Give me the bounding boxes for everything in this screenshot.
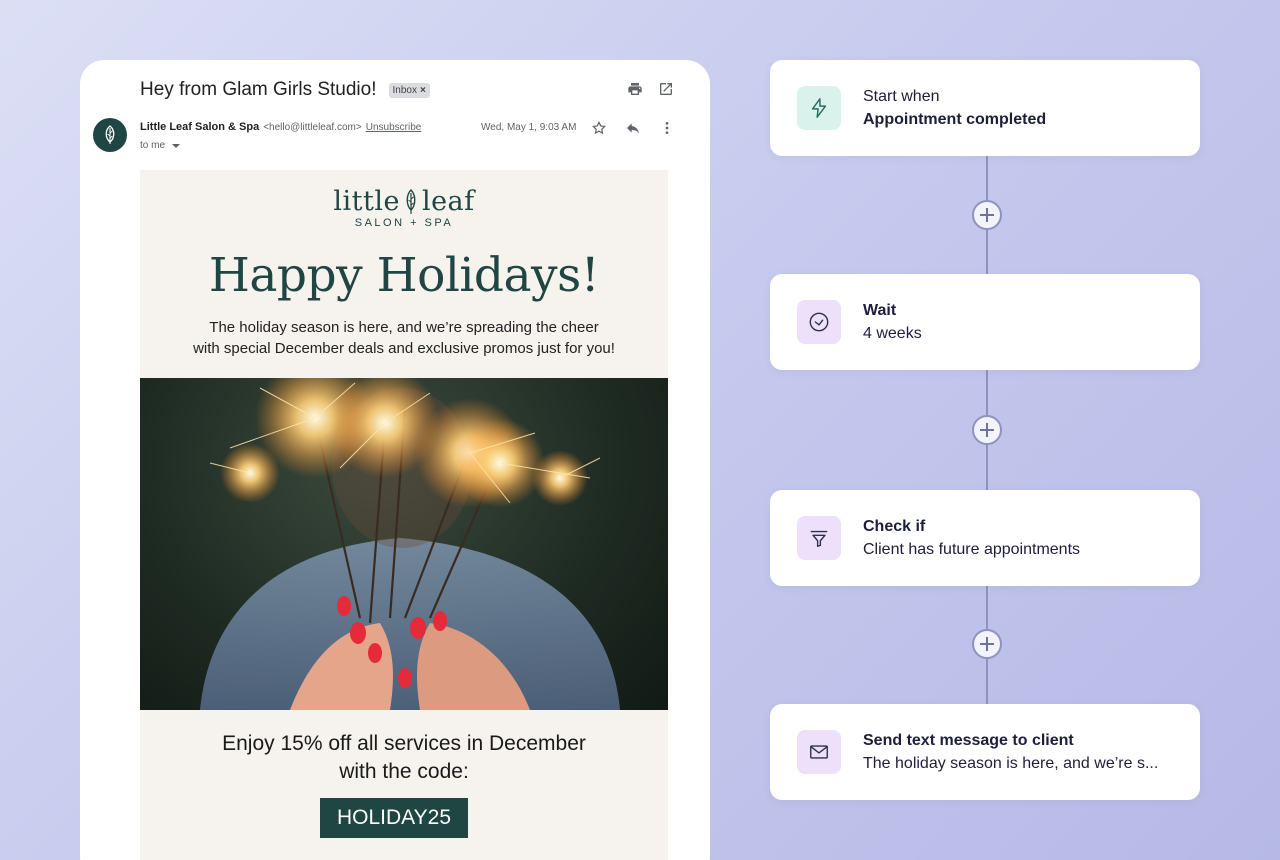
- offer-line-2: with the code:: [339, 760, 469, 783]
- add-step-button-2[interactable]: [972, 415, 1002, 445]
- workflow-step-condition[interactable]: Check if Client has future appointments: [770, 490, 1200, 586]
- recipient-label: to me: [140, 140, 166, 151]
- sender-avatar: [93, 118, 127, 152]
- add-step-button-3[interactable]: [972, 629, 1002, 659]
- step-detail: Appointment completed: [863, 111, 1047, 128]
- email-body: little leaf SALON + SPA Happy Holidays! …: [140, 170, 668, 860]
- email-window: Hey from Glam Girls Studio! Inbox × Litt…: [80, 60, 710, 860]
- message-date: Wed, May 1, 9:03 AM: [481, 122, 577, 133]
- logo-word-little: little: [333, 186, 400, 217]
- inbox-label-chip[interactable]: Inbox ×: [388, 82, 430, 98]
- sender-row: Little Leaf Salon & Spa <hello@littlelea…: [140, 121, 421, 133]
- step-title: Send text message to client: [863, 732, 1074, 749]
- sender-name: Little Leaf Salon & Spa: [140, 121, 260, 133]
- lightning-icon: [797, 86, 841, 130]
- step-title: Check if: [863, 518, 926, 535]
- email-headline: Happy Holidays!: [208, 248, 600, 303]
- add-step-button-1[interactable]: [972, 200, 1002, 230]
- sender-email: <hello@littleleaf.com>: [263, 122, 362, 133]
- print-icon[interactable]: [626, 80, 643, 97]
- more-options-icon[interactable]: [658, 119, 675, 136]
- intro-line-1: The holiday season is here, and we’re sp…: [209, 319, 599, 336]
- step-title: Start when: [863, 88, 940, 105]
- inbox-label-text: Inbox: [392, 84, 417, 96]
- email-intro: The holiday season is here, and we’re sp…: [170, 317, 638, 359]
- sparklers-photo: [140, 378, 668, 710]
- workflow-step-trigger[interactable]: Start when Appointment completed: [770, 60, 1200, 156]
- message-actions: [590, 119, 675, 136]
- leaf-logo-icon: [105, 125, 115, 144]
- step-title: Wait: [863, 302, 897, 319]
- step-detail: Client has future appointments: [863, 541, 1081, 558]
- clock-icon: [797, 300, 841, 344]
- chevron-down-icon: [172, 143, 181, 148]
- leaf-icon: [406, 188, 416, 214]
- workflow-step-wait[interactable]: Wait 4 weeks: [770, 274, 1200, 370]
- logo-subtitle: SALON + SPA: [354, 217, 454, 229]
- subject-row: Hey from Glam Girls Studio! Inbox ×: [140, 79, 430, 101]
- email-subject: Hey from Glam Girls Studio!: [140, 79, 377, 100]
- offer-line-1: Enjoy 15% off all services in December: [222, 732, 586, 755]
- step-detail: 4 weeks: [863, 325, 922, 342]
- filter-icon: [797, 516, 841, 560]
- envelope-icon: [797, 730, 841, 774]
- workflow-step-send-text[interactable]: Send text message to client The holiday …: [770, 704, 1200, 800]
- star-icon[interactable]: [590, 119, 607, 136]
- step-detail: The holiday season is here, and we’re s.…: [863, 755, 1159, 772]
- logo-word-leaf: leaf: [421, 186, 475, 217]
- brand-logo: little leaf SALON + SPA: [140, 186, 668, 229]
- thread-actions: [626, 80, 674, 97]
- recipient-details-toggle[interactable]: to me: [140, 140, 181, 151]
- intro-line-2: with special December deals and exclusiv…: [193, 340, 615, 357]
- unsubscribe-link[interactable]: Unsubscribe: [366, 122, 422, 133]
- open-in-new-window-icon[interactable]: [657, 80, 674, 97]
- offer-text: Enjoy 15% off all services in December w…: [140, 730, 668, 786]
- remove-label-icon[interactable]: ×: [420, 85, 426, 96]
- reply-icon[interactable]: [624, 119, 641, 136]
- promo-code-box: HOLIDAY25: [320, 798, 468, 838]
